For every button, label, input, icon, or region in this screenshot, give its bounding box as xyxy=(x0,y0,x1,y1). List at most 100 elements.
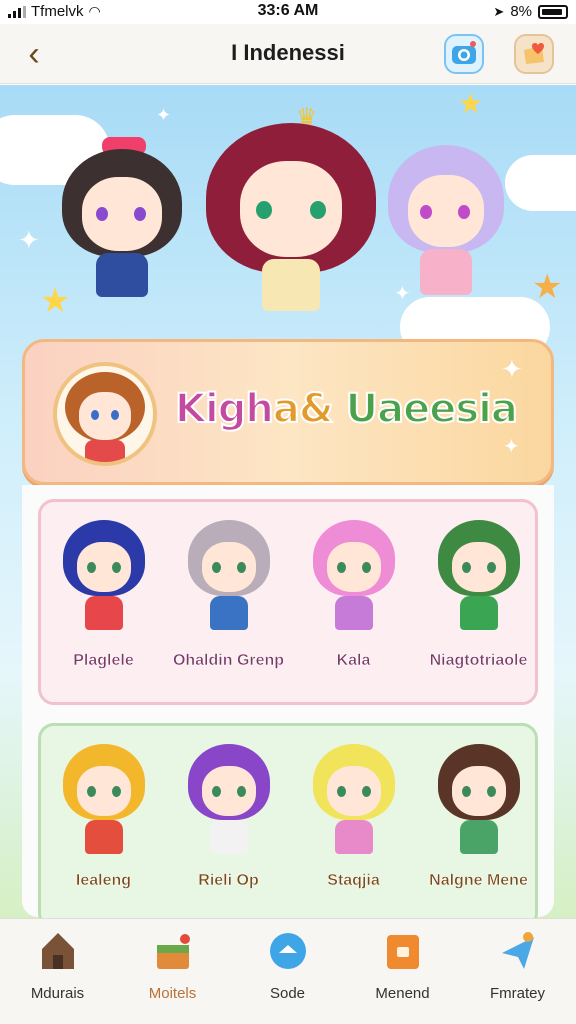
heart-note-icon xyxy=(524,43,544,64)
character-name: Ohaldin Grenp xyxy=(172,652,285,670)
hero-character-left xyxy=(62,135,182,315)
sparkle-decoration: ✦ xyxy=(501,354,523,384)
chibi-eye xyxy=(87,562,96,573)
sparkle-decoration: ✦ xyxy=(18,225,40,255)
chibi-outfit xyxy=(85,596,123,630)
chat-bubble-icon xyxy=(270,933,306,969)
character-panel: Plaglele Ohaldin Grenp Kala Niagtotriaol… xyxy=(22,485,554,929)
character-figure xyxy=(313,744,395,864)
chibi-eye xyxy=(362,562,371,573)
tab-label: Menend xyxy=(375,985,430,1002)
tab-menend[interactable]: Menend xyxy=(345,929,460,1024)
character-figure xyxy=(188,744,270,864)
chibi-eye xyxy=(212,562,221,573)
chibi-eye xyxy=(487,786,496,797)
hero-character-center: ♛ xyxy=(206,104,376,329)
status-right: ➤ 8% xyxy=(493,3,568,20)
chibi-outfit xyxy=(460,820,498,854)
character-banner[interactable]: Kigha& Uaeesia ✦ ✦ xyxy=(22,339,554,485)
character-card[interactable]: Kala xyxy=(291,502,416,708)
battery-percent: 8% xyxy=(510,3,532,20)
character-figure xyxy=(313,520,395,640)
status-time: 33:6 AM xyxy=(257,2,319,19)
chibi-eye xyxy=(462,786,471,797)
character-figure xyxy=(188,520,270,640)
status-bar: Tfmelvk ◠ 33:6 AM ➤ 8% xyxy=(0,0,576,24)
location-arrow-icon: ➤ xyxy=(493,3,505,19)
tab-label: Sode xyxy=(269,985,306,1002)
bottom-tab-bar: Mdurais Moitels Sode Menend Fmratey xyxy=(0,918,576,1024)
tab-label: Fmratey xyxy=(489,985,545,1002)
chibi-eye xyxy=(237,786,246,797)
navigation-bar: ‹ I Indenessi xyxy=(0,24,576,84)
character-figure xyxy=(438,744,520,864)
chibi-face xyxy=(77,542,131,592)
character-figure xyxy=(63,520,145,640)
character-card[interactable]: Nalgne Mene xyxy=(416,726,541,932)
chibi-eye xyxy=(87,786,96,797)
chibi-eye xyxy=(112,786,121,797)
chibi-outfit xyxy=(335,596,373,630)
chibi-face xyxy=(202,542,256,592)
chibi-eye xyxy=(487,562,496,573)
star-decoration: ★ xyxy=(532,268,563,306)
character-card[interactable]: Plaglele xyxy=(41,502,166,708)
camera-button[interactable] xyxy=(444,34,484,74)
chibi-outfit xyxy=(460,596,498,630)
chibi-face xyxy=(452,542,506,592)
tab-moitels[interactable]: Moitels xyxy=(115,929,230,1024)
battery-icon xyxy=(538,4,568,19)
chibi-outfit xyxy=(210,596,248,630)
chibi-outfit xyxy=(210,820,248,854)
chibi-eye xyxy=(112,562,121,573)
camera-icon xyxy=(452,41,476,64)
tab-mdurais[interactable]: Mdurais xyxy=(0,929,115,1024)
chibi-face xyxy=(202,766,256,816)
tab-sode[interactable]: Sode xyxy=(230,929,345,1024)
hero-character-right xyxy=(388,133,504,313)
cloud-decoration xyxy=(505,155,576,211)
character-name: Plaglele xyxy=(73,652,134,670)
page-title: I Indenessi xyxy=(231,40,345,65)
banner-title-part: a& xyxy=(272,385,335,433)
banner-title-part: Kigh xyxy=(174,385,275,433)
chibi-eye xyxy=(362,786,371,797)
chibi-face xyxy=(327,542,381,592)
character-name: Iealeng xyxy=(75,872,132,890)
sparkle-decoration: ✦ xyxy=(503,436,520,458)
character-card[interactable]: Niagtotriaole xyxy=(416,502,541,708)
banner-title: Kigha& Uaeesia xyxy=(174,385,519,433)
tab-label: Moitels xyxy=(148,985,197,1002)
app-screen: Tfmelvk ◠ 33:6 AM ➤ 8% ‹ I Indenessi ★ ★… xyxy=(0,0,576,1024)
character-figure xyxy=(438,520,520,640)
chibi-face xyxy=(452,766,506,816)
tab-fmratey[interactable]: Fmratey xyxy=(460,929,575,1024)
character-card[interactable]: Ohaldin Grenp xyxy=(166,502,291,708)
character-name: Niagtotriaole xyxy=(429,652,528,670)
character-card[interactable]: Rieli Op xyxy=(166,726,291,932)
gift-box-icon xyxy=(157,934,190,969)
sparkle-decoration: ✦ xyxy=(156,105,172,125)
character-name: Rieli Op xyxy=(198,872,259,890)
orange-box-icon xyxy=(387,935,419,969)
chibi-face xyxy=(77,766,131,816)
character-name: Staqjia xyxy=(327,872,380,890)
chibi-outfit xyxy=(85,820,123,854)
banner-title-part: Uaeesia xyxy=(332,385,519,433)
character-grid-green: Iealeng Rieli Op Staqjia Nalgne Mene xyxy=(38,723,538,929)
favorites-button[interactable] xyxy=(514,34,554,74)
star-decoration: ★ xyxy=(458,88,484,119)
chibi-eye xyxy=(212,786,221,797)
chibi-eye xyxy=(337,786,346,797)
character-grid-pink: Plaglele Ohaldin Grenp Kala Niagtotriaol… xyxy=(38,499,538,705)
paper-plane-icon xyxy=(502,932,534,969)
character-name: Kala xyxy=(336,652,371,670)
character-name: Nalgne Mene xyxy=(429,872,528,890)
character-figure xyxy=(63,744,145,864)
chibi-eye xyxy=(462,562,471,573)
chibi-eye xyxy=(337,562,346,573)
character-card[interactable]: Staqjia xyxy=(291,726,416,932)
chibi-outfit xyxy=(335,820,373,854)
house-icon xyxy=(42,933,74,969)
character-card[interactable]: Iealeng xyxy=(41,726,166,932)
